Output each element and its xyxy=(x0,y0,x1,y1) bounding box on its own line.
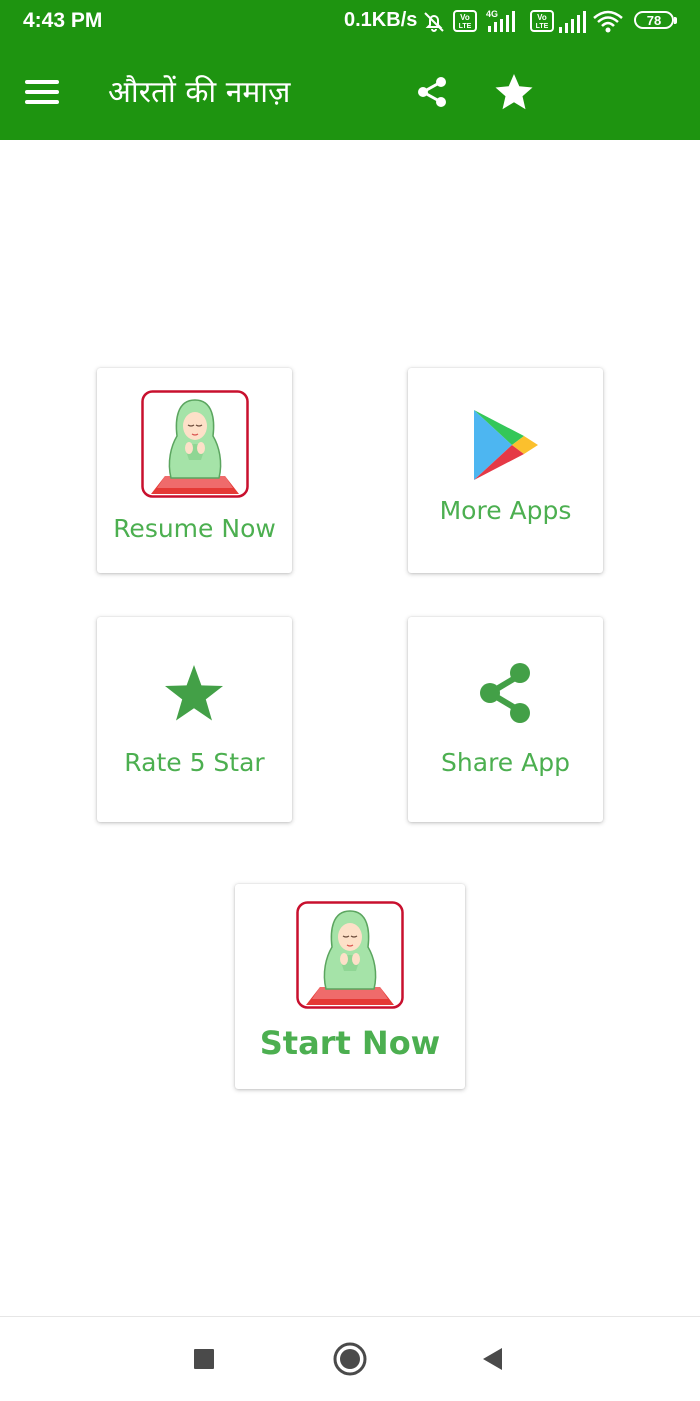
praying-woman-icon xyxy=(141,390,249,498)
resume-now-card[interactable]: Resume Now xyxy=(97,368,292,573)
svg-text:4G: 4G xyxy=(486,9,498,19)
volte-icon: Vo LTE xyxy=(453,10,477,32)
svg-text:LTE: LTE xyxy=(459,23,472,30)
status-bar: 4:43 PM 0.1KB/s Vo LTE 4G Vo LTE 78 xyxy=(0,0,700,44)
hamburger-menu-icon[interactable] xyxy=(22,76,64,108)
praying-woman-icon xyxy=(296,901,404,1009)
volte-icon: Vo LTE xyxy=(530,10,554,32)
start-now-card[interactable]: Start Now xyxy=(235,884,465,1089)
page-title: औरतों की नमाज़ xyxy=(108,75,291,110)
share-icon xyxy=(480,663,530,723)
mute-icon xyxy=(424,12,444,32)
back-triangle-icon[interactable] xyxy=(480,1346,506,1372)
recents-square-icon[interactable] xyxy=(192,1347,216,1371)
svg-text:Vo: Vo xyxy=(460,13,470,22)
star-icon[interactable] xyxy=(492,70,536,114)
svg-text:LTE: LTE xyxy=(536,23,549,30)
status-time: 4:43 PM xyxy=(23,9,103,32)
share-icon[interactable] xyxy=(410,70,454,114)
share-app-label: Share App xyxy=(441,748,570,777)
rate-5-star-label: Rate 5 Star xyxy=(124,748,265,777)
network-speed: 0.1KB/s xyxy=(344,9,418,31)
wifi-icon xyxy=(593,10,623,33)
system-nav-bar xyxy=(0,1316,700,1401)
start-now-label: Start Now xyxy=(259,1024,441,1062)
play-store-icon xyxy=(474,410,538,480)
more-apps-card[interactable]: More Apps xyxy=(408,368,603,573)
resume-now-label: Resume Now xyxy=(113,514,276,543)
app-toolbar: औरतों की नमाज़ xyxy=(0,44,700,140)
more-apps-label: More Apps xyxy=(439,496,572,525)
rate-5-star-card[interactable]: Rate 5 Star xyxy=(97,617,292,822)
home-circle-icon[interactable] xyxy=(332,1341,368,1377)
svg-text:Vo: Vo xyxy=(537,13,547,22)
battery-indicator: 78 xyxy=(634,11,677,29)
star-icon xyxy=(165,665,223,721)
signal-4g-icon: 4G xyxy=(486,9,515,32)
share-app-card[interactable]: Share App xyxy=(408,617,603,822)
signal-icon xyxy=(559,11,586,33)
